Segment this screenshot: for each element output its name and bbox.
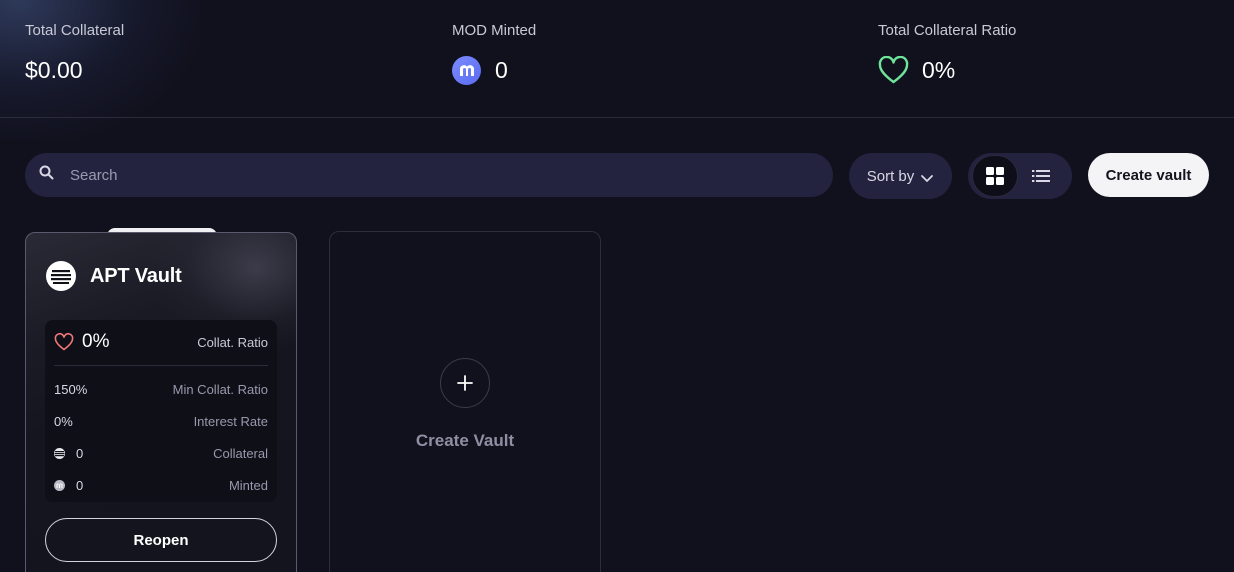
minted-row: 0 Minted — [54, 476, 268, 494]
row-label: Collateral — [213, 445, 268, 461]
create-vault-card[interactable]: Create Vault — [329, 231, 601, 572]
create-vault-label: Create Vault — [415, 431, 515, 450]
stat-mod-minted: MOD Minted 0 — [452, 22, 536, 85]
toolbar: Sort by — [25, 153, 1209, 199]
stat-label: Total Collateral — [25, 22, 125, 39]
search-bar[interactable] — [25, 153, 833, 197]
chevron-down-icon — [921, 174, 934, 182]
row-label: Interest Rate — [193, 413, 268, 429]
list-view-button[interactable] — [1018, 155, 1064, 197]
heart-icon — [54, 333, 74, 351]
collat-ratio-value: 0% — [82, 331, 110, 352]
grid-icon — [986, 167, 1004, 185]
vault-stats-panel: 0% Collat. Ratio 150% Min Collat. Ratio … — [45, 320, 277, 502]
stat-value: 0% — [922, 56, 956, 83]
stat-value: 0 — [495, 56, 508, 83]
reopen-button[interactable]: Reopen — [45, 518, 277, 562]
row-value: 0 — [76, 445, 84, 461]
stat-label: Total Collateral Ratio — [878, 22, 1017, 39]
stat-value: $0.00 — [25, 56, 83, 83]
interest-rate-row: 0% Interest Rate — [54, 412, 268, 430]
vault-card-header: APT Vault — [46, 261, 182, 291]
row-value: 0% — [54, 413, 73, 429]
stat-label: MOD Minted — [452, 22, 537, 39]
row-label: Minted — [228, 477, 268, 493]
divider — [54, 365, 268, 366]
stat-total-collateral: Total Collateral $0.00 — [25, 22, 124, 85]
mod-token-icon — [452, 55, 481, 85]
collat-ratio-label: Collat. Ratio — [197, 334, 268, 350]
view-toggle — [968, 153, 1072, 199]
vaults-page: Total Collateral $0.00 MOD Minted 0 Tota… — [0, 0, 1234, 572]
row-label: Min Collat. Ratio — [172, 381, 268, 397]
stats-bar: Total Collateral $0.00 MOD Minted 0 Tota… — [0, 0, 1234, 118]
aptos-logo-icon — [46, 261, 76, 291]
row-value: 0 — [76, 477, 84, 493]
sort-dropdown[interactable]: Sort by — [849, 153, 952, 199]
create-vault-button[interactable]: Create vault — [1088, 153, 1209, 197]
min-collat-ratio-row: 150% Min Collat. Ratio — [54, 380, 268, 398]
vault-card[interactable]: APT Vault 0% Collat. Ratio 150% Min Coll… — [25, 232, 297, 572]
grid-view-button[interactable] — [972, 155, 1018, 197]
stat-collateral-ratio: Total Collateral Ratio 0% — [878, 22, 1016, 85]
collateral-row: 0 Collateral — [54, 444, 268, 462]
mod-icon — [54, 479, 65, 491]
sort-label: Sort by — [866, 167, 915, 185]
row-value: 150% — [54, 381, 88, 397]
collat-ratio-row: 0% Collat. Ratio — [54, 330, 268, 354]
plus-icon — [440, 358, 490, 408]
list-icon — [1032, 170, 1050, 182]
search-input[interactable] — [70, 166, 770, 184]
aptos-icon — [54, 447, 65, 459]
heart-icon — [878, 56, 909, 84]
vault-title: APT Vault — [90, 264, 182, 287]
search-icon — [39, 165, 54, 185]
